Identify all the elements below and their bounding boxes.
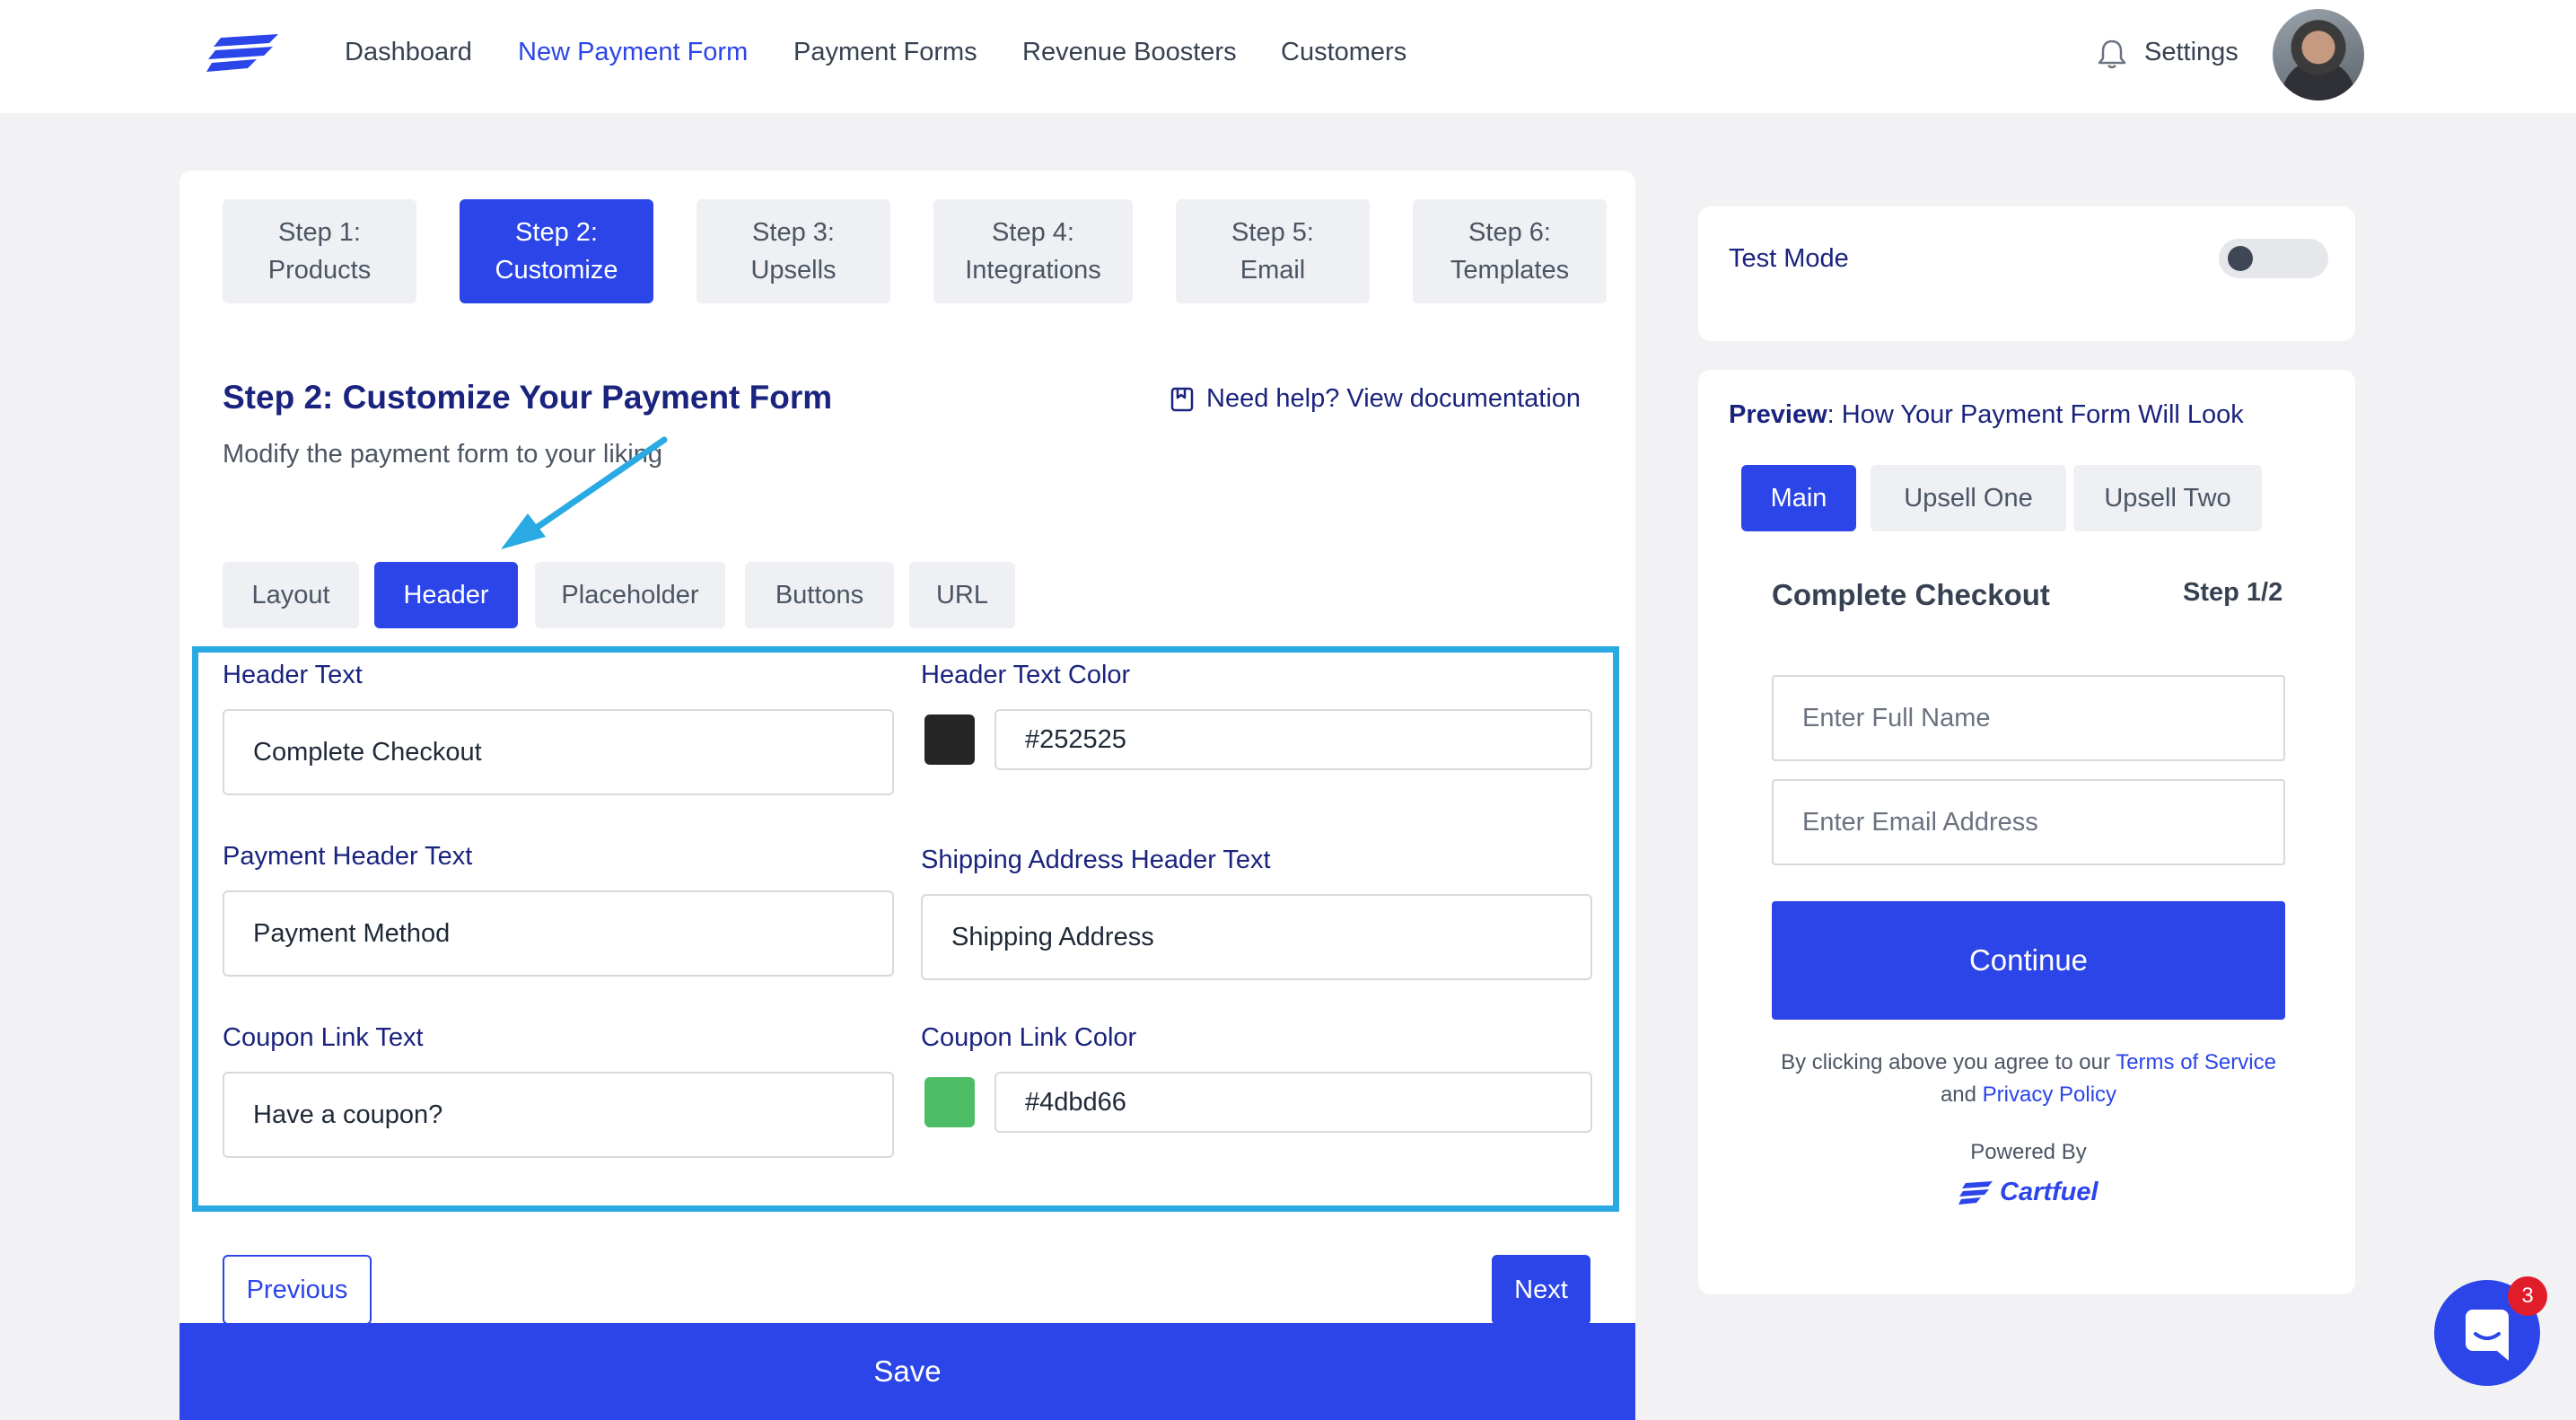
nav-revenue-boosters[interactable]: Revenue Boosters <box>1022 38 1237 67</box>
chat-notification-badge: 3 <box>2508 1276 2547 1316</box>
step-number: Step 3: <box>752 218 835 247</box>
coupon-link-text-input[interactable]: Have a coupon? <box>223 1072 894 1158</box>
tab-layout[interactable]: Layout <box>223 562 359 628</box>
bell-icon[interactable] <box>2097 38 2127 70</box>
step-number: Step 5: <box>1231 218 1314 247</box>
nav-new-payment-form[interactable]: New Payment Form <box>518 38 748 67</box>
terms-of-service-link[interactable]: Terms of Service <box>2116 1050 2276 1074</box>
tab-placeholder[interactable]: Placeholder <box>535 562 725 628</box>
step-number: Step 4: <box>992 218 1074 247</box>
tab-url[interactable]: URL <box>909 562 1015 628</box>
step-label: Templates <box>1450 256 1570 285</box>
book-icon <box>1170 387 1194 411</box>
header-text-input[interactable]: Complete Checkout <box>223 709 894 795</box>
save-button[interactable]: Save <box>180 1323 1635 1420</box>
cartfuel-brand-label: Cartfuel <box>2000 1178 2098 1206</box>
header-color-swatch[interactable] <box>924 714 975 765</box>
documentation-link[interactable]: Need help? View documentation <box>1170 384 1581 414</box>
header-text-color-label: Header Text Color <box>921 661 1131 689</box>
previous-button[interactable]: Previous <box>223 1255 372 1325</box>
preview-tab-main[interactable]: Main <box>1741 465 1856 531</box>
payment-header-text-input[interactable]: Payment Method <box>223 890 894 977</box>
customize-card: Step 1: Products Step 2: Customize Step … <box>180 171 1635 1420</box>
coupon-link-color-label: Coupon Link Color <box>921 1023 1137 1052</box>
nav-dashboard[interactable]: Dashboard <box>345 38 472 67</box>
step-number: Step 6: <box>1468 218 1551 247</box>
nav-payment-forms[interactable]: Payment Forms <box>793 38 977 67</box>
coupon-link-text-label: Coupon Link Text <box>223 1023 424 1052</box>
preview-heading-text: : How Your Payment Form Will Look <box>1827 400 2244 429</box>
coupon-link-color-input[interactable]: #4dbd66 <box>994 1072 1592 1133</box>
logo-icon[interactable] <box>206 32 280 74</box>
payment-header-text-label: Payment Header Text <box>223 842 473 871</box>
step-integrations-button[interactable]: Step 4: Integrations <box>933 199 1133 303</box>
cartfuel-logo-icon <box>1958 1180 1993 1205</box>
step-label: Customize <box>495 256 618 285</box>
step-label: Products <box>267 256 372 285</box>
preview-continue-button[interactable]: Continue <box>1772 901 2285 1020</box>
preview-tab-upsell-two[interactable]: Upsell Two <box>2073 465 2262 531</box>
avatar[interactable] <box>2273 9 2364 101</box>
next-button[interactable]: Next <box>1492 1255 1590 1325</box>
toggle-knob <box>2228 246 2253 271</box>
test-mode-label: Test Mode <box>1729 244 1849 273</box>
terms-prefix: By clicking above you agree to our <box>1781 1050 2116 1074</box>
test-mode-toggle[interactable] <box>2219 239 2328 278</box>
documentation-link-label: Need help? View documentation <box>1206 384 1582 413</box>
step-upsells-button[interactable]: Step 3: Upsells <box>697 199 890 303</box>
tab-header[interactable]: Header <box>374 562 518 628</box>
header-text-color-input[interactable]: #252525 <box>994 709 1592 770</box>
step-products-button[interactable]: Step 1: Products <box>223 199 416 303</box>
step-label: Integrations <box>965 256 1101 285</box>
powered-by-label: Powered By <box>1970 1140 2087 1164</box>
top-navigation: Dashboard New Payment Form Payment Forms… <box>0 0 2576 113</box>
step-label: Email <box>1240 256 1306 285</box>
privacy-policy-link[interactable]: Privacy Policy <box>1983 1083 2116 1107</box>
preview-full-name-input[interactable]: Enter Full Name <box>1772 675 2285 761</box>
preview-heading-bold: Preview <box>1729 400 1827 429</box>
shipping-header-text-input[interactable]: Shipping Address <box>921 894 1592 980</box>
preview-card: Preview: How Your Payment Form Will Look… <box>1698 370 2355 1294</box>
step-templates-button[interactable]: Step 6: Templates <box>1413 199 1607 303</box>
page-title: Step 2: Customize Your Payment Form <box>223 379 833 416</box>
step-label: Upsells <box>750 256 837 285</box>
tab-buttons[interactable]: Buttons <box>745 562 894 628</box>
cartfuel-brand: Cartfuel <box>1958 1178 2098 1207</box>
preview-step-indicator: Step 1/2 <box>2183 578 2283 607</box>
step-customize-button[interactable]: Step 2: Customize <box>460 199 653 303</box>
preview-checkout-title: Complete Checkout <box>1772 578 2050 611</box>
preview-terms-text: By clicking above you agree to our Terms… <box>1772 1047 2285 1111</box>
shipping-header-text-label: Shipping Address Header Text <box>921 846 1271 874</box>
preview-tab-upsell-one[interactable]: Upsell One <box>1871 465 2066 531</box>
step-number: Step 2: <box>515 218 598 247</box>
test-mode-card: Test Mode <box>1698 206 2355 341</box>
step-email-button[interactable]: Step 5: Email <box>1176 199 1370 303</box>
step-number: Step 1: <box>278 218 361 247</box>
annotation-arrow-icon <box>501 436 668 549</box>
nav-customers[interactable]: Customers <box>1281 38 1406 67</box>
preview-email-input[interactable]: Enter Email Address <box>1772 779 2285 865</box>
preview-heading: Preview: How Your Payment Form Will Look <box>1729 400 2244 430</box>
terms-and: and <box>1940 1083 1983 1107</box>
coupon-color-swatch[interactable] <box>924 1077 975 1127</box>
settings-link[interactable]: Settings <box>2144 38 2239 67</box>
header-text-label: Header Text <box>223 661 363 689</box>
